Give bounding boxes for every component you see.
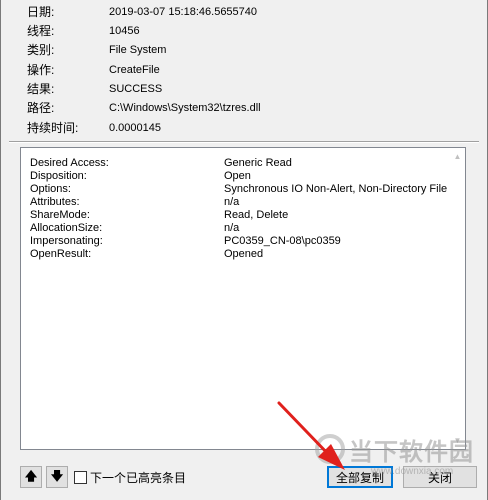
detail-key: Desired Access: <box>30 157 109 169</box>
property-label: 持续时间: <box>27 121 79 135</box>
detail-key: Options: <box>30 183 71 195</box>
property-value: SUCCESS <box>109 83 163 95</box>
detail-value: n/a <box>224 222 240 234</box>
detail-value: Read, Delete <box>224 209 289 221</box>
property-value: C:\Windows\System32\tzres.dll <box>109 102 261 114</box>
copy-all-button[interactable]: 全部复制 <box>327 466 393 488</box>
property-value: 0.0000145 <box>109 122 161 134</box>
detail-value: Opened <box>224 248 264 260</box>
event-properties-window: 日期: 2019-03-07 15:18:46.5655740 线程: 1045… <box>0 0 488 500</box>
detail-textbox[interactable]: Desired Access: Generic Read Disposition… <box>20 147 466 450</box>
property-label: 结果: <box>27 82 55 96</box>
detail-value: Generic Read <box>224 157 292 169</box>
next-event-button[interactable]: 🡇 <box>46 466 68 488</box>
close-button[interactable]: 关闭 <box>403 466 477 488</box>
property-label: 路径: <box>27 101 55 115</box>
vertical-scrollbar[interactable]: ▲ ▼ <box>448 148 465 449</box>
property-label: 线程: <box>27 24 55 38</box>
detail-key: AllocationSize: <box>30 222 103 234</box>
detail-value: Open <box>224 170 251 182</box>
detail-value: PC0359_CN-08\pc0359 <box>224 235 341 247</box>
checkbox-box[interactable] <box>74 470 87 484</box>
detail-key: Attributes: <box>30 196 80 208</box>
arrow-down-icon: 🡇 <box>50 468 64 483</box>
detail-key: OpenResult: <box>30 248 92 260</box>
property-value: File System <box>109 44 167 56</box>
arrow-up-icon: 🡅 <box>24 468 38 483</box>
property-label: 操作: <box>27 63 55 77</box>
property-label: 类别: <box>27 43 55 57</box>
detail-key: Impersonating: <box>30 235 103 247</box>
detail-value: Synchronous IO Non-Alert, Non-Directory … <box>224 183 448 195</box>
property-value: 10456 <box>109 25 140 37</box>
scroll-down-icon[interactable]: ▼ <box>449 432 466 449</box>
section-divider <box>9 141 479 143</box>
previous-event-button[interactable]: 🡅 <box>20 466 42 488</box>
property-value: 2019-03-07 15:18:46.5655740 <box>109 6 258 18</box>
close-label: 关闭 <box>427 470 452 485</box>
next-highlighted-checkbox[interactable]: 下一个已高亮条目 <box>74 469 186 485</box>
detail-value: n/a <box>224 196 240 208</box>
detail-key: ShareMode: <box>30 209 90 221</box>
scroll-up-icon[interactable]: ▲ <box>449 148 466 165</box>
checkbox-label: 下一个已高亮条目 <box>90 470 187 485</box>
detail-key: Disposition: <box>30 170 87 182</box>
property-value: CreateFile <box>109 64 160 76</box>
property-label: 日期: <box>27 5 55 19</box>
copy-all-label: 全部复制 <box>335 470 384 485</box>
